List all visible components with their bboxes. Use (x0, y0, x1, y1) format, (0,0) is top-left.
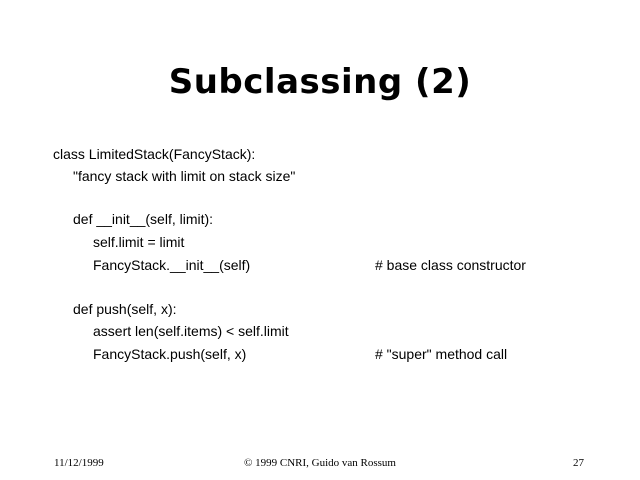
code-line-assert: assert len(self.items) < self.limit (93, 323, 289, 339)
comment-base-class-constructor: # base class constructor (375, 257, 526, 273)
slide-title: Subclassing (2) (168, 62, 472, 102)
code-line-base-push: FancyStack.push(self, x) (93, 346, 247, 362)
comment-super-method-call: # "super" method call (375, 346, 508, 362)
code-line-docstring: "fancy stack with limit on stack size" (73, 168, 296, 184)
code-line-self-limit: self.limit = limit (93, 234, 185, 250)
footer-page-number: 27 (573, 457, 584, 469)
code-line-init-def: def __init__(self, limit): (73, 211, 214, 227)
code-line-push-def: def push(self, x): (73, 301, 177, 317)
footer-copyright: © 1999 CNRI, Guido van Rossum (244, 457, 396, 469)
code-line-base-init: FancyStack.__init__(self) (93, 257, 251, 273)
code-line-class-def: class LimitedStack(FancyStack): (53, 146, 256, 162)
slide: Subclassing (2) class LimitedStack(Fancy… (0, 0, 640, 480)
